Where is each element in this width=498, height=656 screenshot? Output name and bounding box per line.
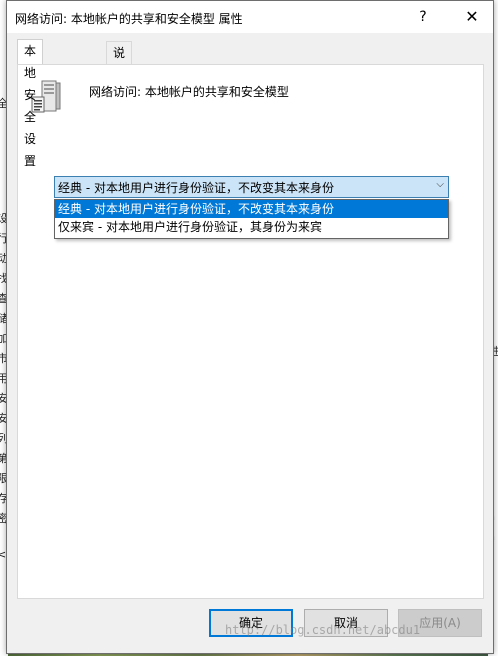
help-button[interactable]: ? (407, 1, 439, 33)
select-value: 经典 - 对本地用户进行身份验证，不改变其本来身份 (58, 181, 334, 195)
chevron-down-icon[interactable]: ⌵ (436, 179, 444, 190)
model-select[interactable]: 经典 - 对本地用户进行身份验证，不改变其本来身份 ⌵ (54, 176, 449, 198)
policy-name: 网络访问: 本地帐户的共享和安全模型 (89, 85, 289, 99)
window-title: 网络访问: 本地帐户的共享和安全模型 属性 (15, 12, 243, 26)
option-guest-only[interactable]: 仅来宾 - 对本地用户进行身份验证，其身份为来宾 (55, 218, 448, 236)
title-bar[interactable]: 网络访问: 本地帐户的共享和安全模型 属性 ? ✕ (7, 1, 493, 33)
tab-panel: 网络访问: 本地帐户的共享和安全模型 经典 - 对本地用户进行身份验证，不改变其… (17, 64, 484, 599)
close-button[interactable]: ✕ (451, 1, 493, 33)
watermark-text: http://blog.csdn.net/abcdu1 (225, 623, 421, 637)
tab-local-security-setting[interactable]: 本地安全设置 (17, 39, 44, 168)
properties-dialog: 网络访问: 本地帐户的共享和安全模型 属性 ? ✕ 本地安全设置 说明 网络访问… (6, 0, 494, 654)
tab-explain[interactable]: 说明 (106, 41, 133, 82)
select-dropdown-list: 经典 - 对本地用户进行身份验证，不改变其本来身份 仅来宾 - 对本地用户进行身… (54, 199, 449, 239)
option-classic[interactable]: 经典 - 对本地用户进行身份验证，不改变其本来身份 (55, 200, 448, 218)
